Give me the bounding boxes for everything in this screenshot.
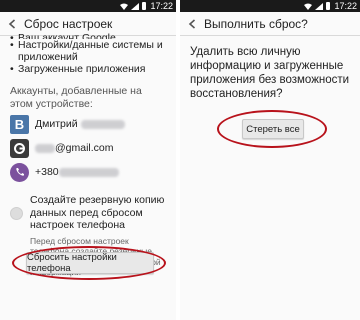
- list-item: Настройки/данные системы и приложений: [10, 39, 176, 63]
- battery-icon: [142, 2, 147, 10]
- erase-all-button[interactable]: Стереть все: [242, 119, 304, 139]
- data-erased-list: Ваш аккаунт Google Настройки/данные сист…: [0, 32, 176, 75]
- battery-icon: [326, 2, 331, 10]
- backup-checkbox[interactable]: [10, 207, 23, 220]
- reset-phone-button[interactable]: Сбросить настройки телефона: [26, 252, 154, 274]
- page-title: Сброс настроек: [24, 16, 113, 31]
- redacted-blur: [58, 167, 119, 177]
- confirm-reset-screen: 17:22 Выполнить сброс? Удалить всю личну…: [180, 0, 360, 320]
- status-time: 17:22: [334, 1, 357, 11]
- viber-icon: [10, 162, 29, 182]
- account-row-vk: B Дмитрий: [0, 114, 176, 134]
- back-icon[interactable]: [6, 18, 18, 30]
- list-item: Ваш аккаунт Google: [10, 32, 176, 39]
- wifi-icon: [120, 3, 129, 10]
- wifi-icon: [304, 3, 313, 10]
- backup-label: Создайте резервную копию данных перед сб…: [30, 194, 165, 231]
- google-icon: [10, 138, 29, 158]
- account-row-viber: +380: [0, 162, 176, 182]
- back-icon[interactable]: [186, 18, 198, 30]
- redacted-blur: [80, 119, 125, 129]
- status-time: 17:22: [150, 1, 173, 11]
- confirm-message: Удалить всю личную информацию и загружен…: [190, 46, 350, 100]
- confirm-content: Удалить всю личную информацию и загружен…: [180, 37, 360, 320]
- reset-content: Ваш аккаунт Google Настройки/данные сист…: [0, 32, 176, 320]
- list-item: Загруженные приложения: [10, 63, 176, 75]
- account-row-google: @gmail.com: [0, 138, 176, 158]
- signal-icon: [315, 2, 324, 10]
- backup-option[interactable]: Создайте резервную копию данных перед сб…: [0, 186, 176, 232]
- account-phone: +380: [35, 166, 119, 178]
- accounts-label: Аккаунты, добавленные на этом устройстве…: [10, 85, 142, 110]
- status-bar: 17:22: [180, 0, 360, 12]
- account-email: @gmail.com: [35, 142, 114, 154]
- reset-settings-screen: 17:22 Сброс настроек Ваш аккаунт Google …: [0, 0, 176, 320]
- signal-icon: [131, 2, 140, 10]
- status-bar: 17:22: [0, 0, 176, 12]
- redacted-blur: [35, 143, 55, 153]
- page-title: Выполнить сброс?: [204, 16, 308, 31]
- action-bar: Выполнить сброс?: [180, 12, 360, 36]
- account-name: Дмитрий: [35, 118, 125, 130]
- vk-icon: B: [10, 114, 29, 134]
